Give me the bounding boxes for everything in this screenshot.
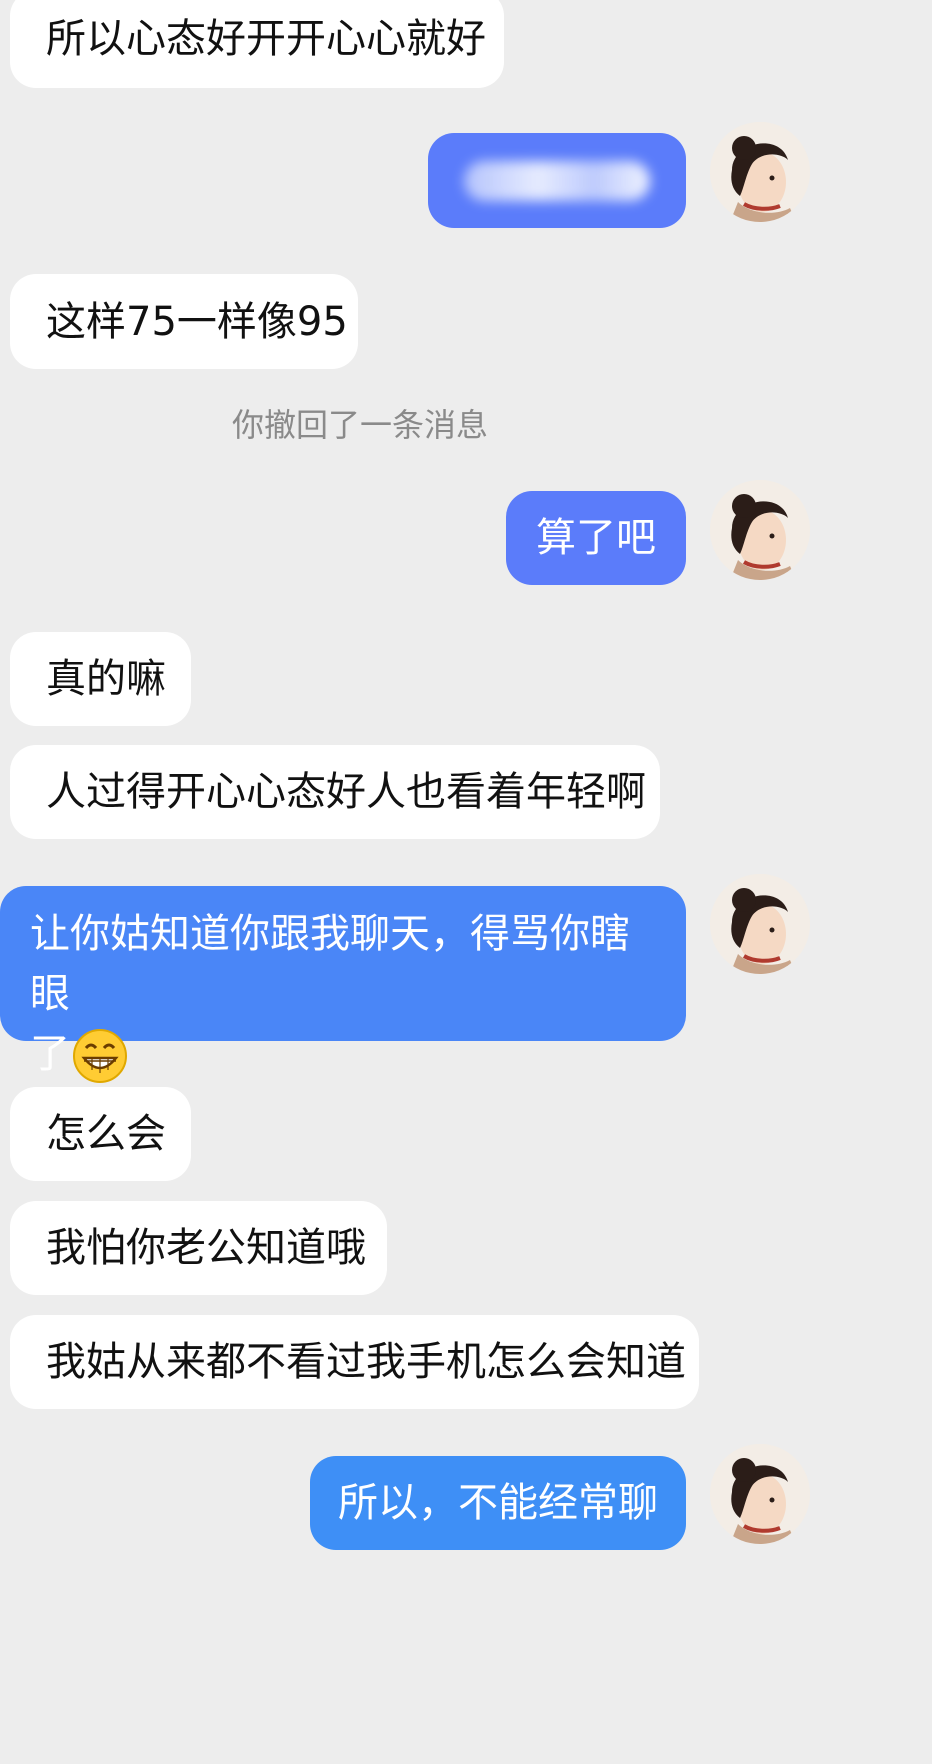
outgoing-message-bubble[interactable]: 算了吧 [506,491,686,585]
message-text: 怎么会 [46,1111,166,1157]
user-avatar[interactable] [710,1444,810,1544]
incoming-message-bubble[interactable]: 我怕你老公知道哦 [10,1201,387,1295]
user-avatar-woman-illustration-icon [710,1444,810,1544]
user-avatar[interactable] [710,874,810,974]
user-avatar-woman-illustration-icon [710,122,810,222]
message-text: 这样75一样像95 [46,298,348,345]
message-text: 所以，不能经常聊 [338,1480,658,1526]
message-text: 真的嘛 [46,656,166,702]
message-text-line-1: 让你姑知道你跟我聊天，得骂你瞎眼 [30,911,630,1017]
incoming-message-bubble[interactable]: 我姑从来都不看过我手机怎么会知道 [10,1315,699,1409]
message-text: 所以心态好开开心心就好 [46,16,486,62]
incoming-message-bubble[interactable]: 怎么会 [10,1087,191,1181]
grinning-face-icon [72,1028,128,1084]
outgoing-message-bubble[interactable]: 所以，不能经常聊 [310,1456,686,1550]
incoming-message-bubble[interactable]: 真的嘛 [10,632,191,726]
blurred-message-text [464,160,650,201]
incoming-message-bubble[interactable]: 这样75一样像95 [10,274,358,369]
incoming-message-bubble[interactable]: 所以心态好开开心心就好 [10,0,504,88]
user-avatar-woman-illustration-icon [710,874,810,974]
user-avatar[interactable] [710,122,810,222]
chat-message-list[interactable]: 所以心态好开开心心就好 这样75一样像95 你撤回了一条消息 算了吧 真的嘛 人… [0,0,932,1764]
user-avatar[interactable] [710,480,810,580]
outgoing-message-bubble[interactable]: 让你姑知道你跟我聊天，得骂你瞎眼 了 [0,886,686,1083]
outgoing-message-bubble-blurred[interactable] [428,133,686,228]
incoming-message-bubble[interactable]: 人过得开心心态好人也看着年轻啊 [10,745,660,839]
system-recall-notice: 你撤回了一条消息 [232,406,489,444]
user-avatar-woman-illustration-icon [710,480,810,580]
message-text: 算了吧 [536,515,656,561]
message-text: 我姑从来都不看过我手机怎么会知道 [46,1339,686,1385]
message-text-line-2: 了 [30,1024,656,1084]
message-text-line-2-text: 了 [30,1031,70,1077]
message-text: 我怕你老公知道哦 [46,1225,366,1271]
message-text: 人过得开心心态好人也看着年轻啊 [46,769,646,815]
